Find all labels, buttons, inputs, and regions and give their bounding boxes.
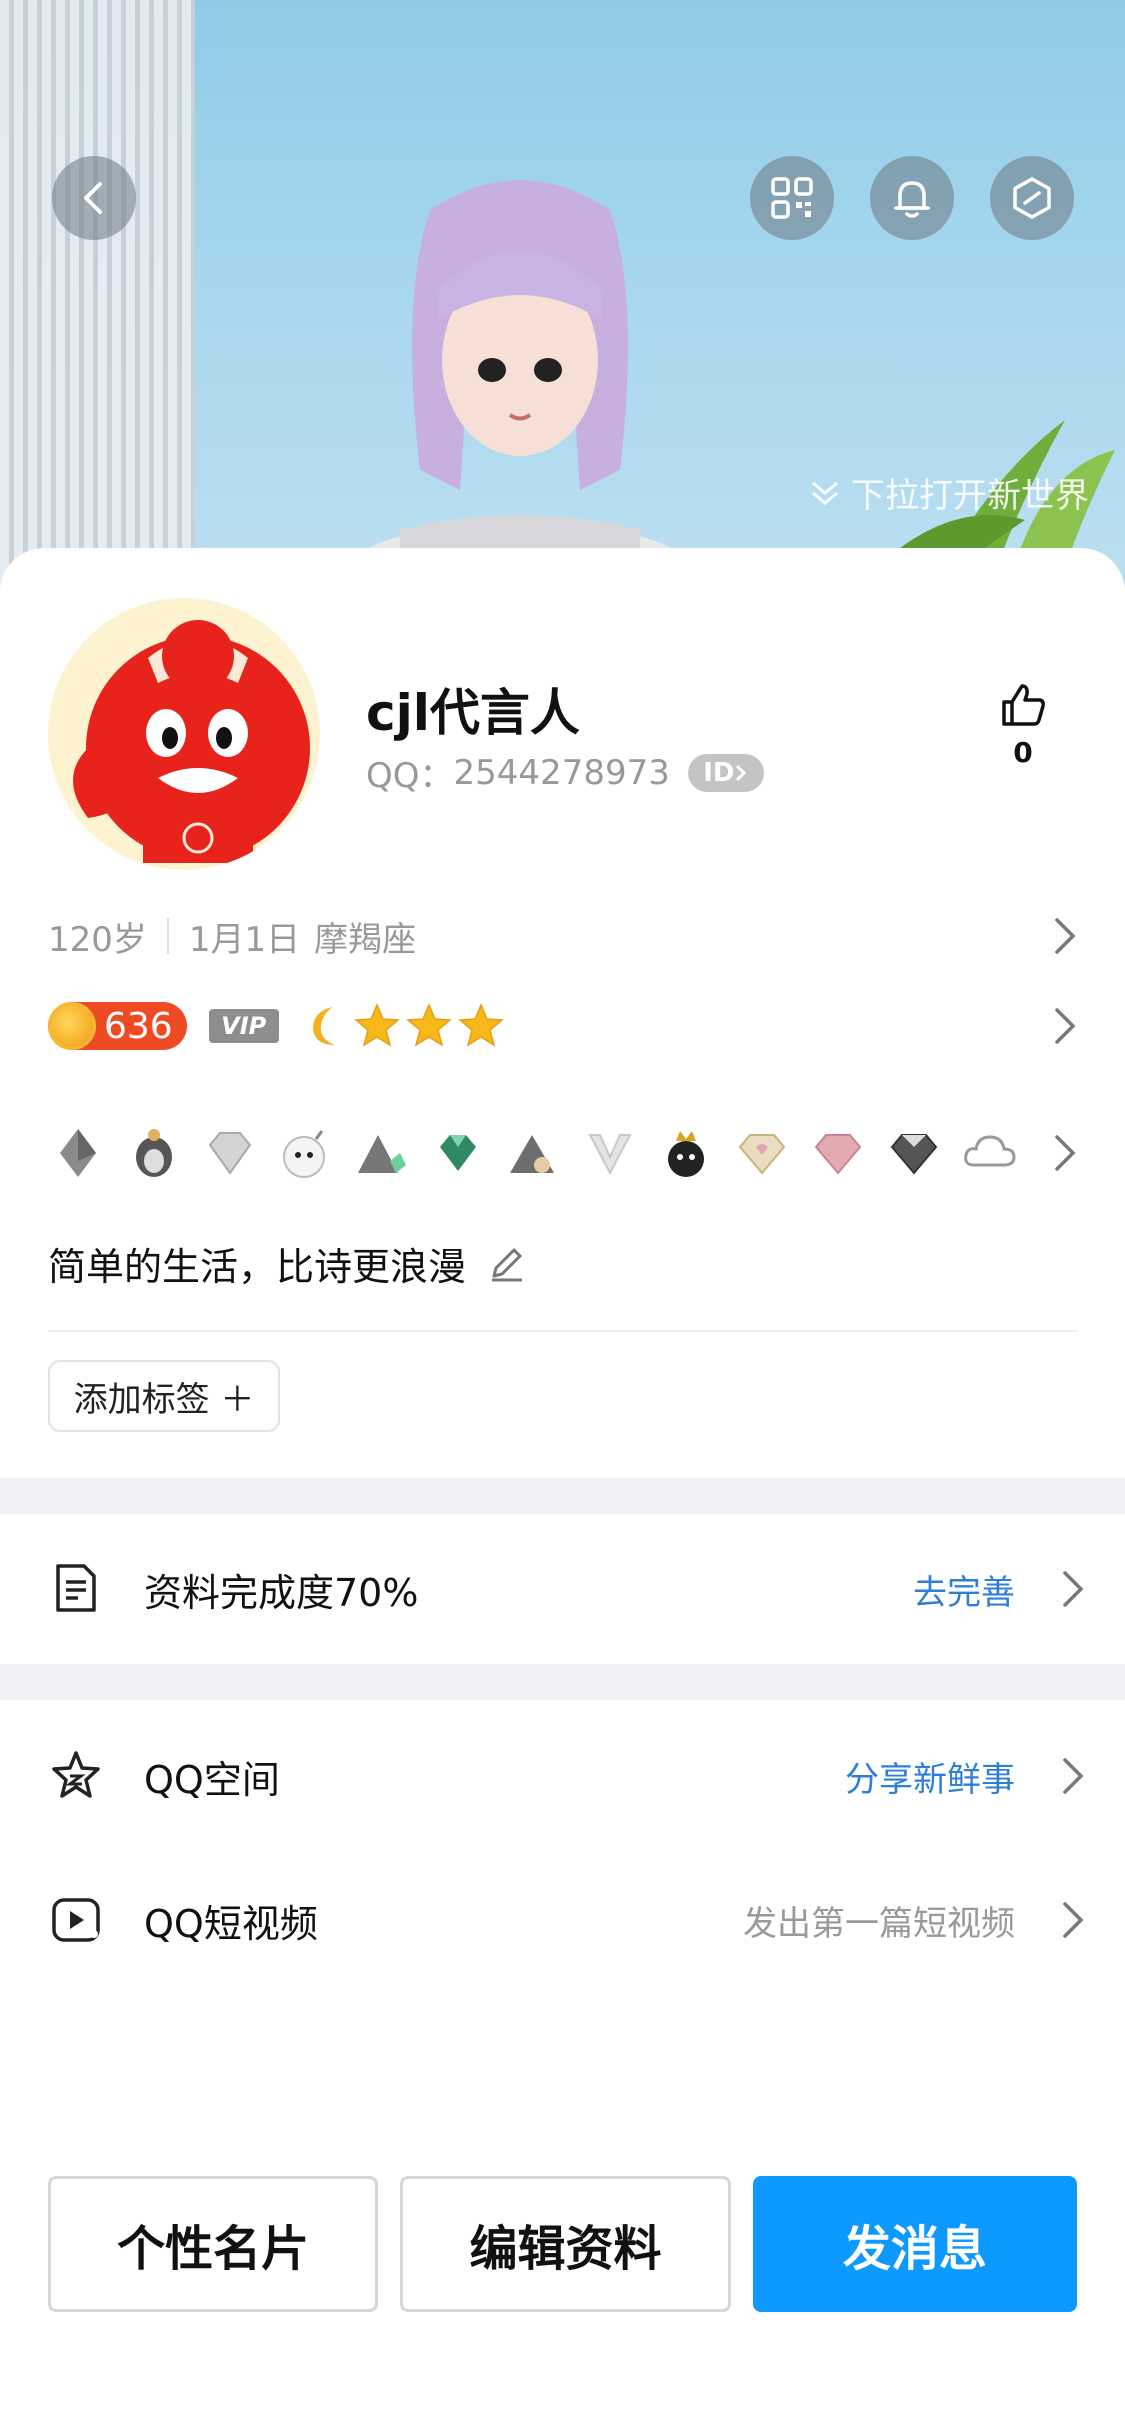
penguin-mountain-badge-icon xyxy=(504,1123,564,1183)
mountain-badge-icon xyxy=(352,1123,412,1183)
level-vip-row[interactable]: 636 VIP xyxy=(48,996,1077,1056)
chevron-right-icon xyxy=(1055,918,1076,954)
cover-curtain xyxy=(0,0,195,600)
qr-code-icon xyxy=(771,177,813,219)
id-badge-text: ID xyxy=(703,757,735,788)
thumbs-up-icon xyxy=(1002,684,1045,726)
qzone-row[interactable]: QQ空间 分享新鲜事 xyxy=(0,1716,1125,1836)
penguin-badge-icon xyxy=(124,1123,184,1183)
basic-info-row[interactable]: 120岁 1月1日 摩羯座 xyxy=(48,908,1077,964)
notification-button[interactable] xyxy=(870,156,954,240)
diamond-badge-icon xyxy=(200,1123,260,1183)
zodiac: 摩羯座 xyxy=(314,919,417,960)
v-badge-icon xyxy=(580,1123,640,1183)
signature-text: 简单的生活，比诗更浪漫 xyxy=(48,1245,467,1289)
divider xyxy=(166,918,169,954)
bottom-actions: 个性名片 编辑资料 发消息 xyxy=(48,2176,1077,2312)
profile-cover[interactable]: 下拉打开新世界 xyxy=(0,0,1125,600)
short-video-label: QQ短视频 xyxy=(144,1901,318,1946)
qq-number: 2544278973 xyxy=(453,752,670,793)
completion-label: 资料完成度70% xyxy=(144,1570,419,1615)
profile-completion-row[interactable]: 资料完成度70% 去完善 xyxy=(0,1514,1125,1664)
qr-code-button[interactable] xyxy=(750,156,834,240)
pull-down-hint-text: 下拉打开新世界 xyxy=(851,476,1089,516)
section-gap xyxy=(0,1478,1125,1514)
divider xyxy=(48,1330,1077,1332)
avatar[interactable] xyxy=(48,598,320,870)
pink-diamond-badge-icon xyxy=(808,1123,868,1183)
privilege-badges-row[interactable] xyxy=(48,1108,1077,1198)
chevron-right-icon xyxy=(1063,1902,1084,1938)
birthday: 1月1日 xyxy=(188,919,301,960)
qq-number-row: QQ： 2544278973 ID xyxy=(366,748,764,797)
level-stars xyxy=(303,1002,505,1050)
hexagon-icon xyxy=(1013,177,1051,219)
more-button[interactable] xyxy=(990,156,1074,240)
send-message-button[interactable]: 发消息 xyxy=(752,2176,1077,2312)
qq-level-badge: 636 xyxy=(48,1002,187,1050)
star-icon xyxy=(405,1003,452,1047)
completion-action: 去完善 xyxy=(913,1572,1015,1613)
pencil-icon xyxy=(492,1248,523,1281)
qq-short-video-row[interactable]: QQ短视频 发出第一篇短视频 xyxy=(0,1860,1125,1980)
id-badge[interactable]: ID xyxy=(687,753,764,792)
age: 120岁 xyxy=(48,919,147,960)
moon-icon xyxy=(312,1007,335,1045)
gold-heart-diamond-badge-icon xyxy=(732,1123,792,1183)
chevron-right-icon xyxy=(736,764,747,781)
crown-penguin-badge-icon xyxy=(656,1123,716,1183)
qzone-action: 分享新鲜事 xyxy=(845,1759,1015,1800)
chevron-right-icon xyxy=(1063,1571,1084,1607)
bell-icon xyxy=(894,181,930,218)
vip-badge: VIP xyxy=(208,1009,279,1043)
personal-card-button[interactable]: 个性名片 xyxy=(48,2176,379,2312)
bomb-face-badge-icon xyxy=(276,1123,336,1183)
profile-card: cjl代言人 QQ： 2544278973 ID 0 120岁 1月1日 摩羯座… xyxy=(0,548,1125,2436)
chevron-right-icon xyxy=(1063,1758,1084,1794)
qzone-label: QQ空间 xyxy=(144,1757,280,1802)
qq-level: 636 xyxy=(104,1005,173,1047)
qq-label: QQ： xyxy=(366,756,454,796)
emerald-badge-icon xyxy=(428,1123,488,1183)
short-video-action: 发出第一篇短视频 xyxy=(743,1903,1015,1944)
back-button[interactable] xyxy=(52,156,136,240)
like-count: 0 xyxy=(1013,736,1033,769)
ethereum-badge-icon xyxy=(48,1123,108,1183)
edit-profile-button[interactable]: 编辑资料 xyxy=(400,2176,731,2312)
pull-down-hint[interactable]: 下拉打开新世界 xyxy=(807,468,1089,517)
nickname: cjl代言人 xyxy=(366,684,580,742)
sun-level-icon xyxy=(48,1002,96,1050)
black-diamond-badge-icon xyxy=(884,1123,944,1183)
chevron-right-icon xyxy=(1055,1135,1076,1171)
like-button[interactable]: 0 xyxy=(992,680,1054,769)
section-gap xyxy=(0,1664,1125,1700)
star-icon xyxy=(353,1003,400,1047)
add-tag-button[interactable]: 添加标签 ＋ xyxy=(48,1360,280,1432)
penguin-mascot-icon xyxy=(73,620,310,863)
star-icon xyxy=(457,1003,504,1047)
cloud-badge-icon xyxy=(960,1123,1020,1183)
cover-avatar-figure xyxy=(320,180,720,600)
document-icon xyxy=(56,1564,96,1612)
signature[interactable]: 简单的生活，比诗更浪漫 xyxy=(48,1236,526,1291)
qzone-star-icon xyxy=(52,1751,100,1798)
video-play-icon xyxy=(52,1898,100,1942)
double-chevron-down-icon xyxy=(812,481,838,505)
chevron-left-icon xyxy=(84,182,102,214)
chevron-right-icon xyxy=(1055,1008,1076,1044)
